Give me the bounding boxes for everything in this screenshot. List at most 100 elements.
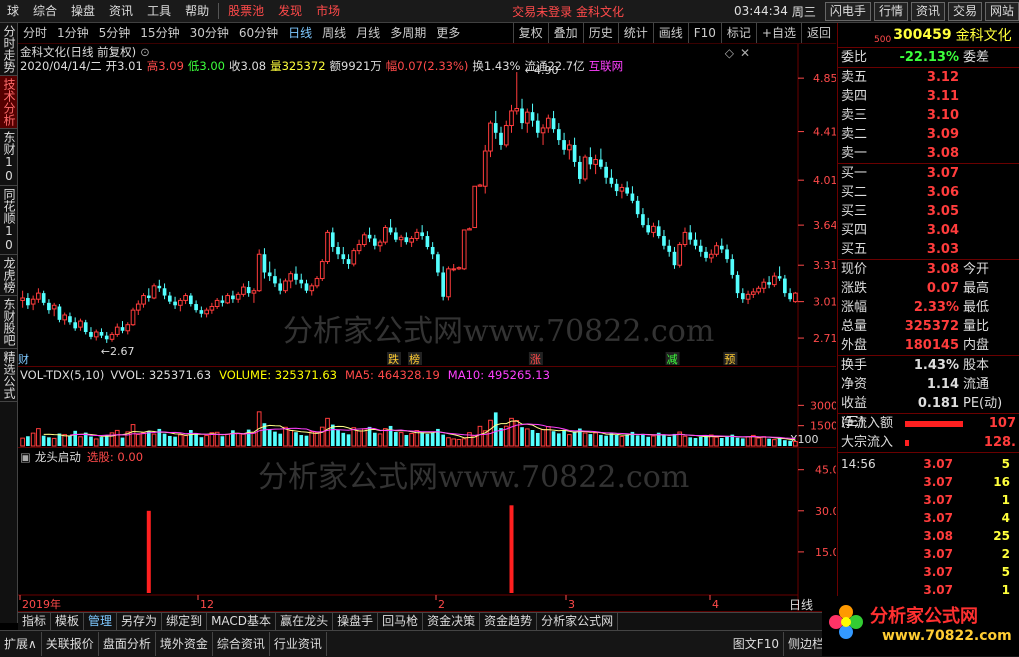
top-button-3[interactable]: 交易 bbox=[947, 1, 982, 21]
period-tab-3[interactable]: 15分钟 bbox=[135, 23, 184, 43]
period-tab-1[interactable]: 1分钟 bbox=[52, 23, 94, 43]
stat-2-label: 涨幅 bbox=[841, 300, 868, 315]
left-tab-4[interactable]: 龙虎榜 bbox=[0, 255, 17, 296]
top-button-2[interactable]: 资讯 bbox=[910, 1, 945, 21]
volume-bar bbox=[78, 436, 83, 447]
formula-tab-0[interactable]: 指标 bbox=[18, 613, 52, 630]
formula-tab-11[interactable]: 分析家公式网 bbox=[537, 613, 619, 630]
period-tab-7[interactable]: 周线 bbox=[317, 23, 351, 43]
left-tab-3[interactable]: 同花顺10 bbox=[0, 186, 17, 255]
period-tab-0[interactable]: 分时 bbox=[18, 23, 52, 43]
buy-2-row: 买三 3.05 bbox=[838, 202, 1019, 221]
volume-bar bbox=[562, 430, 566, 446]
event-label[interactable]: 跌 bbox=[388, 352, 399, 366]
sell-3-value: 3.09 bbox=[926, 127, 959, 142]
price-tick-label: 3.31 bbox=[813, 259, 836, 272]
period-tab-9[interactable]: 多周期 bbox=[385, 23, 431, 43]
candle bbox=[520, 98, 524, 130]
candlestick-pane[interactable]: 金科文化(日线 前复权) ⊙ 2020/04/14/二 开3.01 高3.09 低3.… bbox=[18, 44, 836, 367]
formula-tab-1[interactable]: 模板 bbox=[51, 613, 85, 630]
chart-tool-0[interactable]: 复权 bbox=[512, 23, 548, 43]
left-tab-2[interactable]: 东财10 bbox=[0, 129, 17, 186]
menu-item-1[interactable]: 综合 bbox=[26, 0, 64, 22]
tick-time bbox=[838, 527, 891, 545]
candle bbox=[62, 312, 68, 325]
indicator-pane[interactable]: ▣龙头启动选股: 0.00 分析家公式网www.70822.com 45.003… bbox=[18, 448, 836, 612]
formula-tab-7[interactable]: 操盘手 bbox=[333, 613, 379, 630]
chart-tool-7[interactable]: +自选 bbox=[755, 23, 801, 43]
menu-item-2[interactable]: 操盘 bbox=[64, 0, 102, 22]
candle bbox=[367, 227, 372, 243]
menu-item-3[interactable]: 资讯 bbox=[102, 0, 140, 22]
buy-orders: 买一 3.07 买二 3.06 买三 3.05 买四 3.04 买五 3.03 bbox=[838, 164, 1019, 260]
left-tab-6[interactable]: 精选公式 bbox=[0, 349, 17, 402]
formula-tab-10[interactable]: 资金趋势 bbox=[480, 613, 538, 630]
formula-tab-6[interactable]: 赢在龙头 bbox=[276, 613, 334, 630]
formula-tab-9[interactable]: 资金决策 bbox=[423, 613, 481, 630]
volume-bar bbox=[30, 432, 36, 447]
event-label[interactable]: 预 bbox=[724, 353, 735, 366]
volume-bar bbox=[162, 433, 167, 446]
candle bbox=[199, 306, 204, 318]
period-tab-8[interactable]: 月线 bbox=[351, 23, 385, 43]
period-tab-5[interactable]: 60分钟 bbox=[234, 23, 283, 43]
chart-tool-6[interactable]: 标记 bbox=[720, 23, 756, 43]
candle bbox=[777, 266, 782, 281]
chart-tool-2[interactable]: 历史 bbox=[582, 23, 618, 43]
volume-pane[interactable]: VOL-TDX(5,10) VVOL: 325371.63 VOLUME: 3253… bbox=[18, 367, 836, 448]
bottom-tab-4[interactable]: 综合资讯 bbox=[213, 632, 270, 656]
candlestick-chart[interactable]: 4.85 4.41 4.01 3.64 3.31 3.01 2.71 ←4.90 ←2.67 跌榜… bbox=[18, 44, 836, 366]
chart-tool-3[interactable]: 统计 bbox=[617, 23, 653, 43]
volume-bar bbox=[114, 429, 120, 447]
volume-chart[interactable]: 3000015000X100 bbox=[18, 367, 836, 447]
period-tab-6[interactable]: 日线 bbox=[283, 23, 317, 43]
formula-tab-2[interactable]: 管理 bbox=[84, 613, 118, 630]
menu-item-0[interactable]: 球 bbox=[0, 0, 26, 22]
event-label[interactable]: 榜 bbox=[409, 352, 420, 366]
chart-tool-8[interactable]: 返回 bbox=[800, 23, 836, 43]
candle bbox=[278, 278, 283, 295]
bottom-tab-2[interactable]: 盘面分析 bbox=[99, 632, 156, 656]
menu-item-5[interactable]: 帮助 bbox=[178, 0, 216, 22]
candle bbox=[514, 72, 520, 115]
buy-4-row: 买五 3.03 bbox=[838, 240, 1019, 259]
menu-red-item-0[interactable]: 股票池 bbox=[221, 0, 271, 22]
top-button-4[interactable]: 网站 bbox=[984, 1, 1019, 21]
logo-url: www.70822.com bbox=[882, 628, 1012, 644]
event-label[interactable]: 减 bbox=[667, 353, 678, 366]
bottom-tab-1[interactable]: 关联报价 bbox=[42, 632, 99, 656]
top-button-1[interactable]: 行情 bbox=[873, 1, 908, 21]
bottom-tab-5[interactable]: 行业资讯 bbox=[270, 632, 327, 656]
event-label[interactable]: 涨 bbox=[530, 353, 541, 366]
bottom-tab-3[interactable]: 境外资金 bbox=[156, 632, 213, 656]
menu-red-item-1[interactable]: 发现 bbox=[271, 0, 309, 22]
sell-2-row: 卖三 3.10 bbox=[838, 106, 1019, 125]
menu-item-4[interactable]: 工具 bbox=[140, 0, 178, 22]
left-tab-0[interactable]: 分时走势 bbox=[0, 23, 17, 76]
bottom-right-0[interactable]: 图文F10 bbox=[729, 632, 784, 656]
formula-tab-3[interactable]: 另存为 bbox=[117, 613, 163, 630]
candle bbox=[488, 120, 493, 158]
chart-tool-1[interactable]: 叠加 bbox=[547, 23, 583, 43]
bottom-tab-0[interactable]: 扩展∧ bbox=[0, 632, 42, 656]
tick-row: 3.07 16 bbox=[838, 473, 1019, 491]
chart-tool-4[interactable]: 画线 bbox=[652, 23, 688, 43]
indicator-chart[interactable]: 45.00 30.00 15.00 2019年 12 2 3 4 bbox=[18, 448, 836, 611]
formula-tab-5[interactable]: MACD基本 bbox=[207, 613, 277, 630]
period-tab-2[interactable]: 5分钟 bbox=[94, 23, 136, 43]
candle bbox=[241, 283, 246, 297]
menu-red-item-2[interactable]: 市场 bbox=[309, 0, 347, 22]
left-tab-5[interactable]: 东财股吧 bbox=[0, 296, 17, 349]
chart-tool-5[interactable]: F10 bbox=[687, 23, 721, 43]
volume-bar bbox=[767, 438, 771, 446]
formula-tab-4[interactable]: 绑定到 bbox=[162, 613, 208, 630]
sell-2-value: 3.10 bbox=[926, 108, 959, 123]
formula-tab-8[interactable]: 回马枪 bbox=[378, 613, 424, 630]
period-tab-4[interactable]: 30分钟 bbox=[185, 23, 234, 43]
top-button-0[interactable]: 闪电手 bbox=[824, 1, 871, 21]
left-tab-1[interactable]: 技术分析 bbox=[0, 76, 17, 129]
stat2-2-label: 收益(三) bbox=[841, 396, 868, 430]
candle bbox=[361, 232, 367, 247]
period-tab-10[interactable]: 更多 bbox=[431, 23, 465, 43]
buy-1-label: 买二 bbox=[841, 185, 868, 200]
